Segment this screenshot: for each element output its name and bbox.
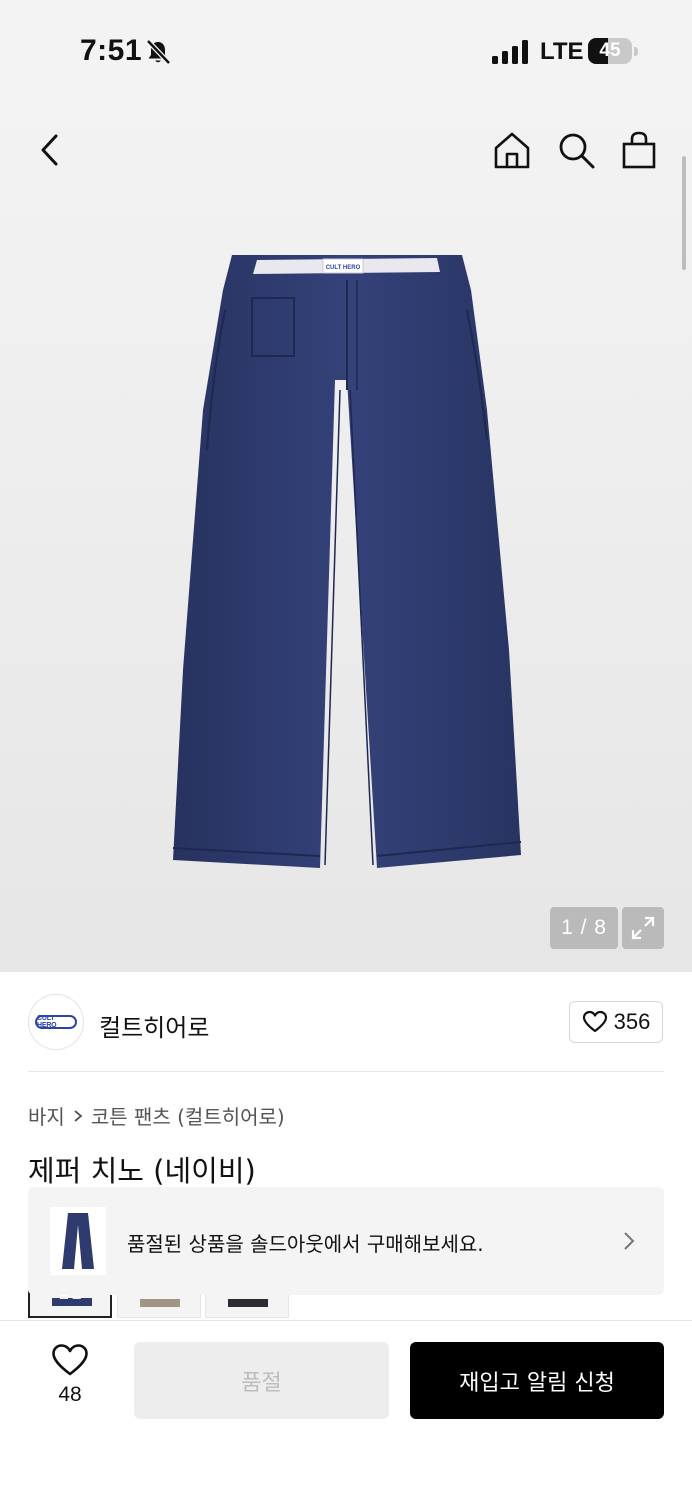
home-icon bbox=[494, 132, 530, 169]
network-type: LTE bbox=[540, 38, 584, 65]
gallery-counter: 1 / 8 bbox=[550, 907, 618, 949]
waistband-tag: CULT HERO bbox=[326, 265, 361, 271]
breadcrumb-subcategory[interactable]: 코튼 팬츠 (컬트히어로) bbox=[91, 1101, 285, 1130]
product-image[interactable]: CULT HERO bbox=[165, 250, 525, 870]
soldout-product-thumbnail bbox=[50, 1207, 106, 1275]
shopping-bag-icon bbox=[622, 131, 656, 169]
brand-name[interactable]: 컬트히어로 bbox=[99, 1008, 209, 1043]
soldout-banner[interactable]: 품절된 상품을 솔드아웃에서 구매해보세요. bbox=[28, 1187, 664, 1295]
soldout-button: 품절 bbox=[134, 1342, 389, 1419]
search-icon bbox=[559, 133, 595, 169]
search-button[interactable] bbox=[554, 128, 598, 172]
restock-alert-button[interactable]: 재입고 알림 신청 bbox=[410, 1342, 664, 1419]
wishlist-count: 48 bbox=[58, 1383, 82, 1406]
divider bbox=[28, 1071, 664, 1072]
product-title: 제퍼 치노 (네이비) bbox=[28, 1154, 256, 1188]
cart-button[interactable] bbox=[617, 128, 661, 172]
brand-like-button[interactable]: 356 bbox=[569, 1001, 663, 1043]
brand-logo[interactable]: CULT HERO bbox=[28, 994, 84, 1050]
chevron-right-icon bbox=[74, 1109, 83, 1122]
home-button[interactable] bbox=[490, 128, 534, 172]
scrollbar[interactable] bbox=[682, 156, 686, 270]
breadcrumb-category[interactable]: 바지 bbox=[28, 1101, 65, 1130]
heart-icon bbox=[52, 1344, 88, 1376]
status-time: 7:51 bbox=[80, 34, 143, 67]
brand-row[interactable]: CULT HERO 컬트히어로 356 bbox=[0, 972, 692, 1072]
cellular-signal-icon bbox=[492, 40, 528, 64]
product-gallery[interactable]: CULT HERO 1 / 8 bbox=[0, 100, 692, 972]
soldout-banner-text: 품절된 상품을 솔드아웃에서 구매해보세요. bbox=[127, 1232, 484, 1256]
back-button[interactable] bbox=[28, 128, 72, 172]
battery-level: 45 bbox=[599, 40, 621, 61]
brand-logo-text: CULT HERO bbox=[35, 1015, 77, 1029]
wishlist-button[interactable]: 48 bbox=[40, 1343, 100, 1413]
fullscreen-button[interactable] bbox=[622, 907, 664, 949]
bottom-bar-divider bbox=[0, 1320, 692, 1321]
status-bar: 7:51 LTE 45 bbox=[0, 0, 692, 100]
battery-icon: 45 bbox=[588, 38, 638, 64]
heart-icon bbox=[582, 1010, 607, 1033]
expand-icon bbox=[631, 916, 655, 940]
breadcrumb: 바지 코튼 팬츠 (컬트히어로) bbox=[28, 1101, 285, 1130]
brand-like-count: 356 bbox=[613, 1009, 651, 1034]
chevron-right-icon bbox=[624, 1232, 635, 1250]
bell-off-icon bbox=[146, 39, 171, 65]
back-arrow-icon bbox=[41, 134, 58, 166]
